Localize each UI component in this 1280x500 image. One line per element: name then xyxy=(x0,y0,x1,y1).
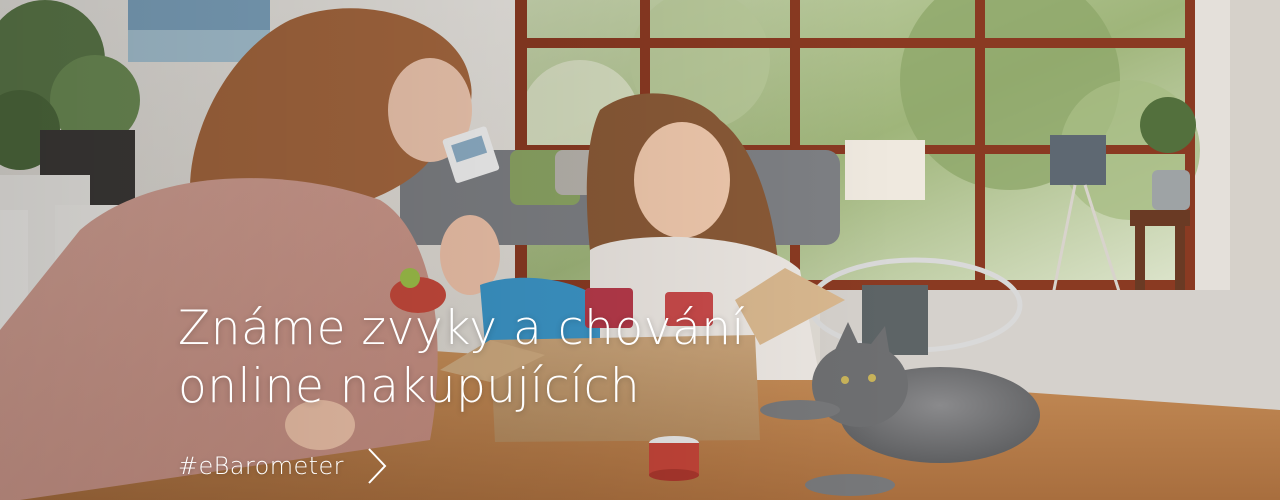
hero-headline: Známe zvyky a chování online nakupujícíc… xyxy=(178,300,878,416)
ebarometer-link[interactable]: #eBarometer xyxy=(178,446,388,486)
text-contrast-overlay xyxy=(0,0,1280,500)
hero-headline-line-2: online nakupujících xyxy=(178,359,641,414)
chevron-right-icon[interactable] xyxy=(366,446,388,486)
hero-headline-line-1: Známe zvyky a chování xyxy=(178,301,746,356)
ebarometer-link-label: #eBarometer xyxy=(178,452,344,480)
hero-banner: Známe zvyky a chování online nakupujícíc… xyxy=(0,0,1280,500)
